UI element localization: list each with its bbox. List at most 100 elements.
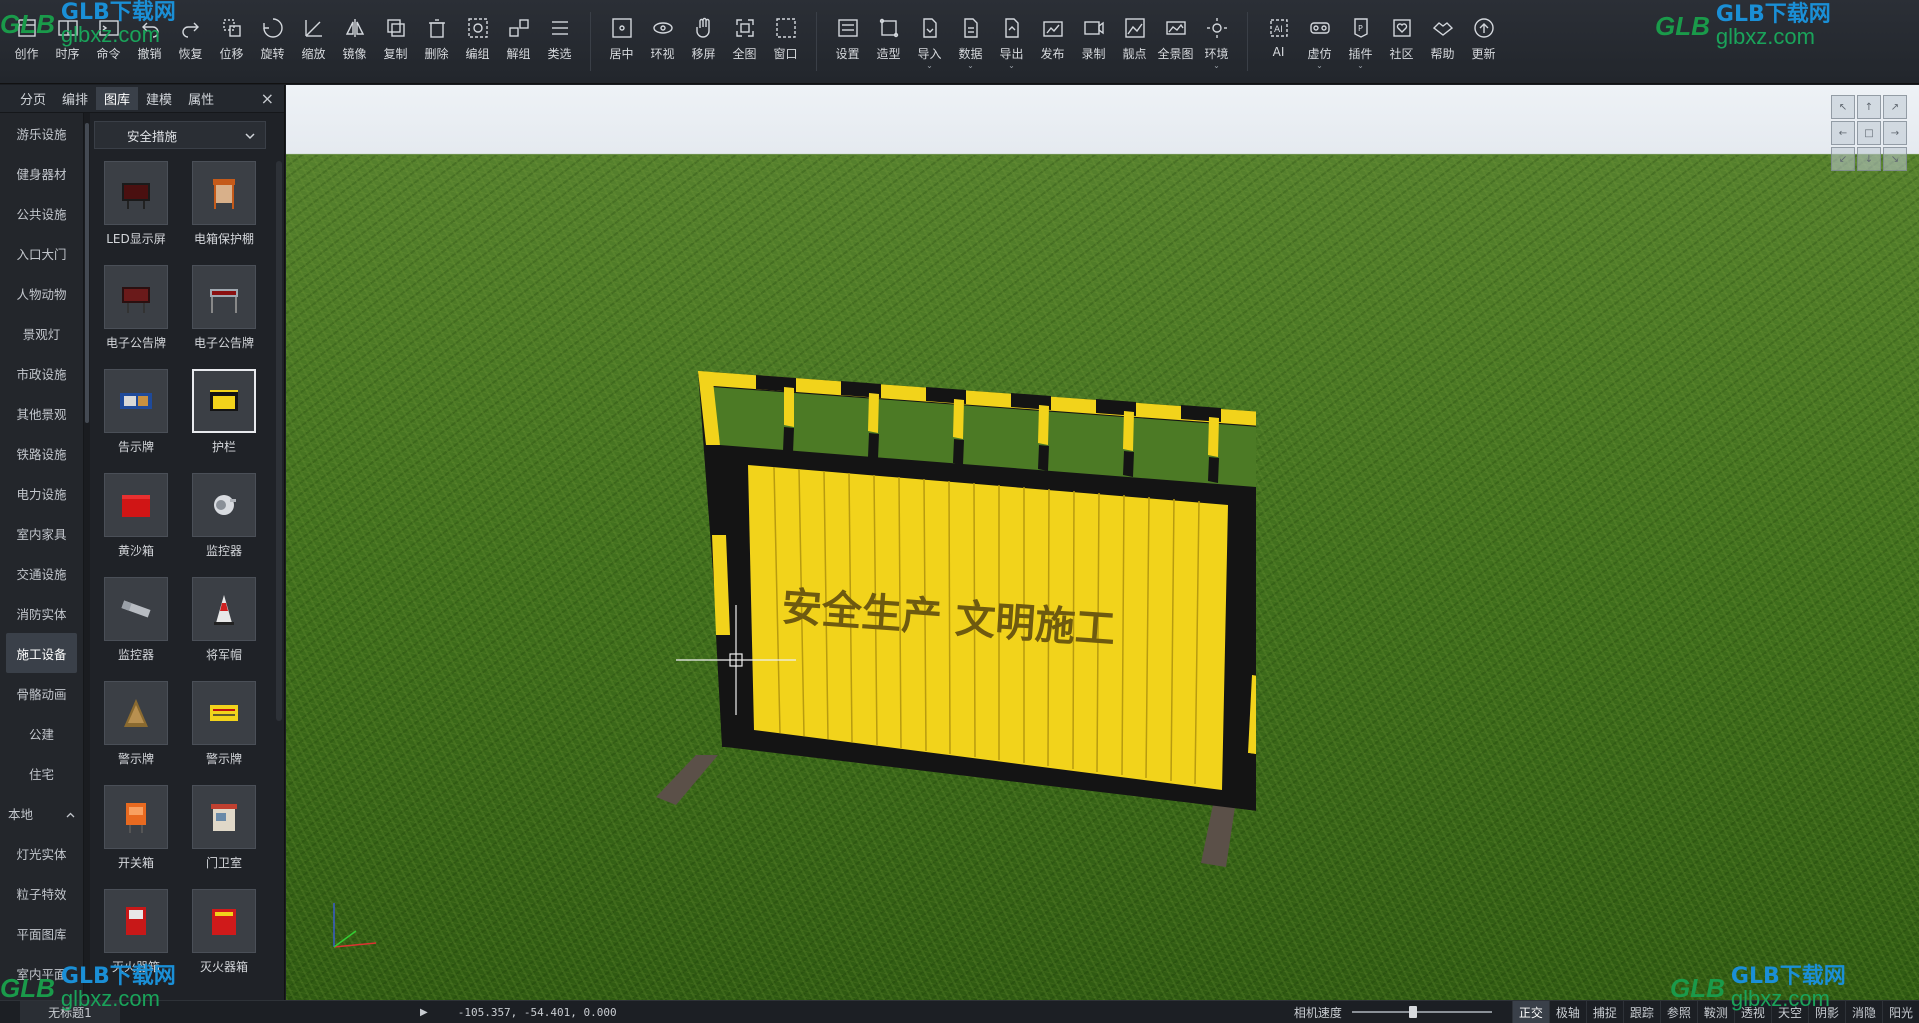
view-right-button[interactable]: → — [1883, 121, 1907, 145]
library-item[interactable]: 电子公告牌 — [96, 265, 176, 369]
view-top-left-button[interactable]: ↖ — [1831, 95, 1855, 119]
library-item[interactable]: 监控器 — [184, 473, 264, 577]
undo-button[interactable]: 撤销 — [129, 0, 170, 83]
delete-button[interactable]: 删除 — [416, 0, 457, 83]
category-item[interactable]: 电力设施 — [0, 473, 83, 513]
ungroup-button[interactable]: 解组 — [498, 0, 539, 83]
mode-toggle[interactable]: 透视 — [1733, 1000, 1771, 1023]
view-bottom-left-button[interactable]: ↙ — [1831, 147, 1855, 171]
category-item[interactable]: 铁路设施 — [0, 433, 83, 473]
category-item[interactable]: 施工设备 — [6, 633, 77, 673]
import-button[interactable]: 导入 ⌄ — [909, 0, 950, 83]
category-item[interactable]: 人物动物 — [0, 273, 83, 313]
panorama-button[interactable]: 全景图 — [1155, 0, 1196, 83]
tab-4[interactable]: 属性 — [180, 87, 222, 110]
mode-toggle[interactable]: 正交 — [1511, 1000, 1549, 1023]
library-item[interactable]: 将军帽 — [184, 577, 264, 681]
settings-button[interactable]: 设置 — [827, 0, 868, 83]
library-item[interactable]: 电子公告牌 — [184, 265, 264, 369]
category-item[interactable]: 入口大门 — [0, 233, 83, 273]
category-item[interactable]: 健身器材 — [0, 153, 83, 193]
library-item[interactable]: 警示牌 — [184, 681, 264, 785]
3d-viewport[interactable]: 安全生产 文明施工 ↖ ↑ ↗ ← □ → ↙ ↓ ↘ — [286, 85, 1919, 1000]
update-button[interactable]: 更新 — [1463, 0, 1504, 83]
category-item[interactable]: 景观灯 — [0, 313, 83, 353]
move-button[interactable]: 位移 — [211, 0, 252, 83]
group-button[interactable]: 编组 — [457, 0, 498, 83]
mode-toggle[interactable]: 捕捉 — [1585, 1000, 1623, 1023]
library-item[interactable]: 电箱保护棚 — [184, 161, 264, 265]
plugins-button[interactable]: P 插件 ⌄ — [1340, 0, 1381, 83]
mode-toggle[interactable]: 鞍测 — [1696, 1000, 1734, 1023]
library-item[interactable]: LED显示屏 — [96, 161, 176, 265]
local-section-header[interactable]: 本地 — [0, 793, 83, 833]
category-item[interactable]: 住宅 — [0, 753, 83, 793]
copy-button[interactable]: 复制 — [375, 0, 416, 83]
help-button[interactable]: 帮助 — [1422, 0, 1463, 83]
environment-button[interactable]: 环境 ⌄ — [1196, 0, 1237, 83]
mirror-button[interactable]: 镜像 — [334, 0, 375, 83]
library-item[interactable]: 护栏 — [184, 369, 264, 473]
category-item[interactable]: 消防实体 — [0, 593, 83, 633]
category-scrollbar-thumb[interactable] — [85, 123, 89, 423]
library-scrollbar[interactable] — [276, 161, 282, 721]
library-item[interactable]: 监控器 — [96, 577, 176, 681]
create-button[interactable]: 创作 — [6, 0, 47, 83]
mode-toggle[interactable]: 阴影 — [1807, 1000, 1845, 1023]
view-top-button[interactable]: ↑ — [1857, 95, 1881, 119]
tab-0[interactable]: 分页 — [12, 87, 54, 110]
play-icon[interactable]: ▶ — [420, 1007, 428, 1018]
local-category-item[interactable]: 灯光实体 — [0, 833, 83, 873]
view-bottom-right-button[interactable]: ↘ — [1883, 147, 1907, 171]
mode-toggle[interactable]: 天空 — [1770, 1000, 1808, 1023]
library-item[interactable]: 灭火器箱 — [96, 889, 176, 993]
publish-button[interactable]: 发布 — [1032, 0, 1073, 83]
mode-toggle[interactable]: 参照 — [1659, 1000, 1697, 1023]
mode-toggle[interactable]: 阳光 — [1881, 1000, 1919, 1023]
tab-1[interactable]: 编排 — [54, 87, 96, 110]
library-item[interactable]: 告示牌 — [96, 369, 176, 473]
category-item[interactable]: 其他景观 — [0, 393, 83, 433]
zoom-window-button[interactable]: 窗口 — [765, 0, 806, 83]
vr-sim-button[interactable]: 虚仿 ⌄ — [1299, 0, 1340, 83]
community-button[interactable]: 社区 — [1381, 0, 1422, 83]
category-item[interactable]: 市政设施 — [0, 353, 83, 393]
mode-toggle[interactable]: 消隐 — [1844, 1000, 1882, 1023]
tab-2[interactable]: 图库 — [96, 87, 139, 110]
camera-speed-slider[interactable] — [1351, 1006, 1492, 1018]
category-item[interactable]: 公共设施 — [0, 193, 83, 233]
record-button[interactable]: 录制 — [1073, 0, 1114, 83]
orbit-button[interactable]: 环视 — [642, 0, 683, 83]
ai-button[interactable]: AI AI — [1258, 0, 1299, 83]
library-item[interactable]: 黄沙箱 — [96, 473, 176, 577]
library-item[interactable]: 开关箱 — [96, 785, 176, 889]
mode-toggle[interactable]: 极轴 — [1548, 1000, 1586, 1023]
library-item[interactable]: 警示牌 — [96, 681, 176, 785]
select-by-type-button[interactable]: 类选 — [539, 0, 580, 83]
panel-close-button[interactable]: × — [261, 89, 274, 108]
category-item[interactable]: 游乐设施 — [0, 113, 83, 153]
view-left-button[interactable]: ← — [1831, 121, 1855, 145]
timeline-button[interactable]: 时序 — [47, 0, 88, 83]
library-item[interactable]: 门卫室 — [184, 785, 264, 889]
modeling-button[interactable]: 造型 — [868, 0, 909, 83]
category-item[interactable]: 公建 — [0, 713, 83, 753]
category-item[interactable]: 骨骼动画 — [0, 673, 83, 713]
center-button[interactable]: 居中 — [601, 0, 642, 83]
library-item[interactable]: 灭火器箱 — [184, 889, 264, 993]
command-button[interactable]: 命令 — [88, 0, 129, 83]
scale-button[interactable]: 缩放 — [293, 0, 334, 83]
view-top-right-button[interactable]: ↗ — [1883, 95, 1907, 119]
local-category-item[interactable]: 平面图库 — [0, 913, 83, 953]
zoom-extents-button[interactable]: 全图 — [724, 0, 765, 83]
export-button[interactable]: 导出 ⌄ — [991, 0, 1032, 83]
data-button[interactable]: 数据 ⌄ — [950, 0, 991, 83]
view-bottom-button[interactable]: ↓ — [1857, 147, 1881, 171]
redo-button[interactable]: 恢复 — [170, 0, 211, 83]
category-item[interactable]: 室内家具 — [0, 513, 83, 553]
mode-toggle[interactable]: 跟踪 — [1622, 1000, 1660, 1023]
category-item[interactable]: 交通设施 — [0, 553, 83, 593]
rotate-button[interactable]: 旋转 — [252, 0, 293, 83]
library-category-dropdown[interactable]: 安全措施 — [94, 121, 266, 149]
pan-button[interactable]: 移屏 — [683, 0, 724, 83]
